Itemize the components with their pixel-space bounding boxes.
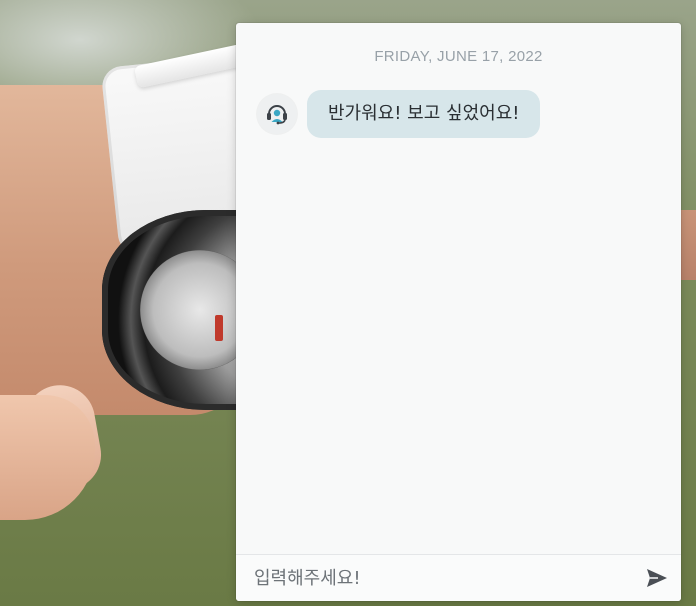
support-agent-icon [257, 94, 297, 134]
support-agent-icon-svg [267, 105, 287, 125]
chat-window: FRIDAY, JUNE 17, 2022 반가워요! 보고 싶었어요! [236, 23, 681, 601]
send-button[interactable] [633, 555, 681, 601]
message-input[interactable] [236, 555, 633, 601]
message-composer [236, 554, 681, 601]
message-row: 반가워요! 보고 싶었어요! [257, 90, 541, 138]
send-icon [647, 569, 667, 587]
watch-hand-red [215, 315, 223, 341]
message-bubble: 반가워요! 보고 싶었어요! [307, 90, 541, 138]
hand [0, 395, 95, 520]
date-separator: FRIDAY, JUNE 17, 2022 [374, 48, 543, 65]
